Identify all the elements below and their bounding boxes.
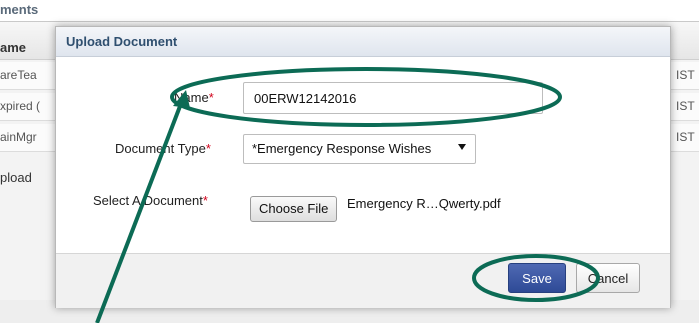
name-input[interactable] — [243, 82, 543, 114]
caret-down-icon — [458, 144, 466, 150]
select-document-label: Select A Document* — [93, 193, 208, 208]
document-type-label-text: Document Type — [115, 141, 206, 156]
dialog-title: Upload Document — [66, 34, 178, 49]
table-cell: xpired ( — [0, 99, 41, 113]
background-column-name: ame — [0, 40, 27, 55]
screen: ments ame areTea xpired ( ainMgr pload I… — [0, 0, 699, 323]
document-type-label: Document Type* — [115, 141, 211, 156]
upload-document-dialog: Upload Document Name* Document Type* *Em… — [55, 26, 671, 308]
background-section-title: ments — [0, 2, 39, 17]
required-mark: * — [202, 193, 208, 208]
save-button[interactable]: Save — [508, 263, 566, 293]
choose-file-button[interactable]: Choose File — [250, 196, 338, 222]
name-label-text: Name — [174, 90, 209, 105]
background-upload-link[interactable]: pload — [0, 170, 32, 185]
required-mark: * — [205, 141, 211, 156]
cancel-button[interactable]: Cancel — [576, 263, 640, 293]
dialog-header: Upload Document — [56, 27, 670, 57]
document-type-selected-value: *Emergency Response Wishes — [252, 141, 432, 156]
table-cell: IST — [676, 130, 695, 144]
table-cell: areTea — [0, 68, 37, 82]
background-header: ments — [0, 0, 699, 22]
name-label: Name* — [174, 90, 214, 105]
required-mark: * — [208, 90, 214, 105]
table-cell: ainMgr — [0, 130, 37, 144]
table-cell: IST — [676, 68, 695, 82]
selected-file-name: Emergency R…Qwerty.pdf — [347, 196, 501, 211]
document-type-select[interactable]: *Emergency Response Wishes — [243, 134, 476, 164]
select-document-label-text: Select A Document — [93, 193, 203, 208]
table-cell: IST — [676, 99, 695, 113]
